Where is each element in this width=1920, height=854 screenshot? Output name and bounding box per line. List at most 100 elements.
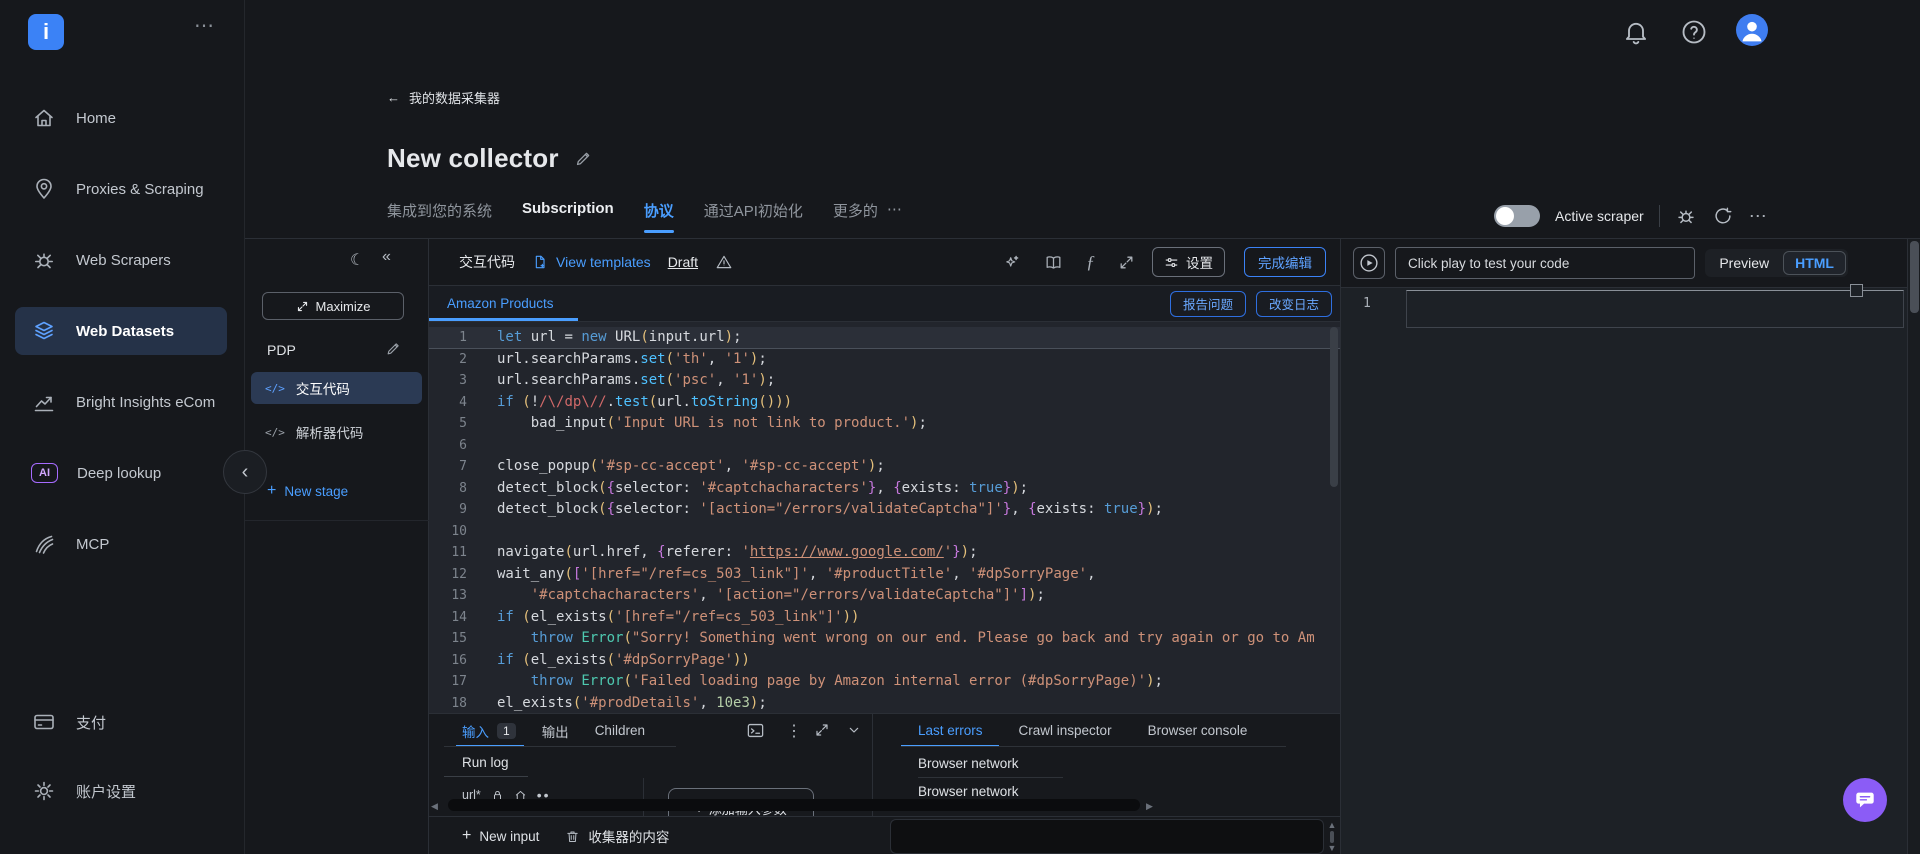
header-tab[interactable]: 通过API初始化: [704, 200, 803, 233]
edit-title-icon[interactable]: [574, 149, 593, 168]
sliders-icon: [1164, 255, 1179, 270]
expand-io-icon[interactable]: [814, 722, 830, 738]
line-number: 5: [429, 413, 483, 435]
scroll-thumb[interactable]: [1330, 831, 1334, 843]
sidebar-item-layers[interactable]: Web Datasets: [15, 307, 227, 355]
code-editor[interactable]: 1let url = new URL(input.url);2url.searc…: [429, 322, 1340, 713]
test-code-input[interactable]: [1395, 247, 1695, 279]
scroll-right-icon[interactable]: ▶: [1146, 801, 1153, 812]
line-number: 12: [429, 564, 483, 586]
notifications-bell-icon[interactable]: [1622, 18, 1650, 46]
editor-header: 交互代码 View templates Draft ƒ 设置 完成编辑: [429, 239, 1340, 286]
code-scrollbar[interactable]: [1330, 327, 1338, 487]
sidebar-item-ai[interactable]: AIDeep lookup: [15, 449, 227, 497]
line-number: 1: [429, 327, 483, 348]
sidebar-item-home[interactable]: Home: [15, 94, 227, 142]
editor-tab-amazon-products[interactable]: Amazon Products: [447, 286, 578, 321]
theme-moon-icon[interactable]: ☾: [350, 250, 364, 270]
report-issue-button[interactable]: 报告问题: [1170, 291, 1246, 317]
stage-items: </>交互代码 </>解析器代码: [251, 372, 422, 448]
error-tab[interactable]: Last errors: [918, 714, 983, 747]
header-tab[interactable]: 集成到您的系统: [387, 200, 492, 233]
resize-handle[interactable]: [1850, 284, 1863, 297]
breadcrumb[interactable]: ← 我的数据采集器: [387, 88, 500, 107]
terminal-icon[interactable]: [746, 721, 765, 740]
help-icon[interactable]: [1680, 18, 1708, 46]
io-tab[interactable]: 输入1: [462, 714, 516, 747]
stage-panel: ☾ « Maximize PDP </>交互代码</>解析器代码 + New s…: [245, 238, 429, 854]
card-icon: [31, 709, 57, 735]
header-tab[interactable]: 协议: [644, 200, 674, 233]
user-avatar[interactable]: [1736, 14, 1768, 46]
collapse-io-icon[interactable]: [846, 722, 862, 738]
history-refresh-icon[interactable]: [1712, 205, 1734, 227]
settings-button[interactable]: 设置: [1152, 247, 1225, 277]
draft-status[interactable]: Draft: [668, 254, 698, 270]
stage-item[interactable]: </>交互代码: [251, 372, 422, 404]
preview-scrollbar[interactable]: [1907, 239, 1920, 854]
header-tab[interactable]: 更多的⋯: [833, 200, 903, 233]
sidebar-item-label: 账户设置: [76, 781, 136, 802]
active-scraper-toggle[interactable]: [1494, 205, 1540, 227]
new-stage-button[interactable]: + New stage: [267, 482, 348, 500]
stage-item[interactable]: </>解析器代码: [251, 416, 422, 448]
preview-tab-html[interactable]: HTML: [1783, 251, 1846, 275]
error-tab[interactable]: Crawl inspector: [1019, 714, 1112, 747]
browser-network-row[interactable]: Browser network: [918, 750, 1063, 778]
io-tab[interactable]: Children: [595, 714, 645, 747]
new-input-button[interactable]: + New input: [462, 827, 539, 845]
warning-icon: [715, 253, 733, 271]
errors-output-box: [890, 819, 1324, 854]
docs-book-icon[interactable]: [1044, 253, 1063, 272]
sidebar-item-card[interactable]: 支付: [15, 698, 227, 746]
html-output-box[interactable]: [1406, 290, 1904, 328]
sidebar-more-icon[interactable]: ⋯: [194, 13, 216, 38]
runlog-tab[interactable]: Run log: [462, 755, 509, 770]
preview-scroll-thumb[interactable]: [1910, 241, 1919, 313]
sidebar-item-bug[interactable]: Web Scrapers: [15, 236, 227, 284]
play-button[interactable]: [1353, 247, 1385, 279]
error-tab[interactable]: Browser console: [1148, 714, 1248, 747]
finish-editing-button[interactable]: 完成编辑: [1244, 247, 1326, 277]
fullscreen-icon[interactable]: [1118, 254, 1135, 271]
preview-tab-preview[interactable]: Preview: [1707, 251, 1781, 275]
settings-label: 设置: [1186, 252, 1213, 272]
edit-stage-icon[interactable]: [385, 340, 402, 357]
collapse-panel-icon[interactable]: «: [382, 248, 391, 266]
sidebar-item-label: 支付: [76, 712, 106, 733]
sidebar-item-chart[interactable]: Bright Insights eCom: [15, 378, 227, 426]
sidebar-item-mcp[interactable]: MCP: [15, 520, 227, 568]
more-tabs-icon: ⋯: [887, 200, 903, 218]
code-line: 9detect_block({selector: '[action="/erro…: [429, 499, 1340, 521]
sidebar-item-label: Bright Insights eCom: [76, 394, 215, 411]
horizontal-scrollbar[interactable]: [448, 799, 1140, 811]
function-icon[interactable]: ƒ: [1086, 252, 1095, 273]
collector-content-button[interactable]: 收集器的内容: [565, 826, 669, 846]
chat-bubble-button[interactable]: [1843, 778, 1887, 822]
preview-body: 1: [1341, 288, 1908, 854]
scroll-down-icon[interactable]: ▼: [1328, 843, 1337, 853]
ai-icon: AI: [31, 463, 58, 483]
code-line: 7close_popup('#sp-cc-accept', '#sp-cc-ac…: [429, 456, 1340, 478]
line-number: 10: [429, 521, 483, 543]
divider: [444, 776, 528, 777]
sidebar-collapse-button[interactable]: ‹: [223, 450, 267, 494]
editor-toolbar: ƒ: [1002, 252, 1135, 273]
line-number: 13: [429, 585, 483, 607]
scroll-left-icon[interactable]: ◀: [431, 801, 438, 812]
changelog-button[interactable]: 改变日志: [1256, 291, 1332, 317]
ai-sparkle-icon[interactable]: [1002, 253, 1021, 272]
header-tab[interactable]: Subscription: [522, 200, 614, 233]
errors-scrollbar[interactable]: ▲ ▼: [1326, 818, 1338, 854]
view-templates-link[interactable]: View templates: [532, 254, 651, 270]
sidebar-item-pin[interactable]: Proxies & Scraping: [15, 165, 227, 213]
brand-logo[interactable]: i: [28, 14, 64, 50]
debug-bug-icon[interactable]: [1675, 205, 1697, 227]
more-actions-icon[interactable]: ⋯: [1749, 206, 1768, 227]
scroll-up-icon[interactable]: ▲: [1328, 820, 1337, 830]
maximize-button[interactable]: Maximize: [262, 292, 404, 320]
io-tab[interactable]: 输出: [542, 714, 569, 747]
divider: [1659, 205, 1660, 227]
kebab-menu-icon[interactable]: ⋮: [786, 721, 802, 741]
sidebar-item-gear[interactable]: 账户设置: [15, 767, 227, 815]
